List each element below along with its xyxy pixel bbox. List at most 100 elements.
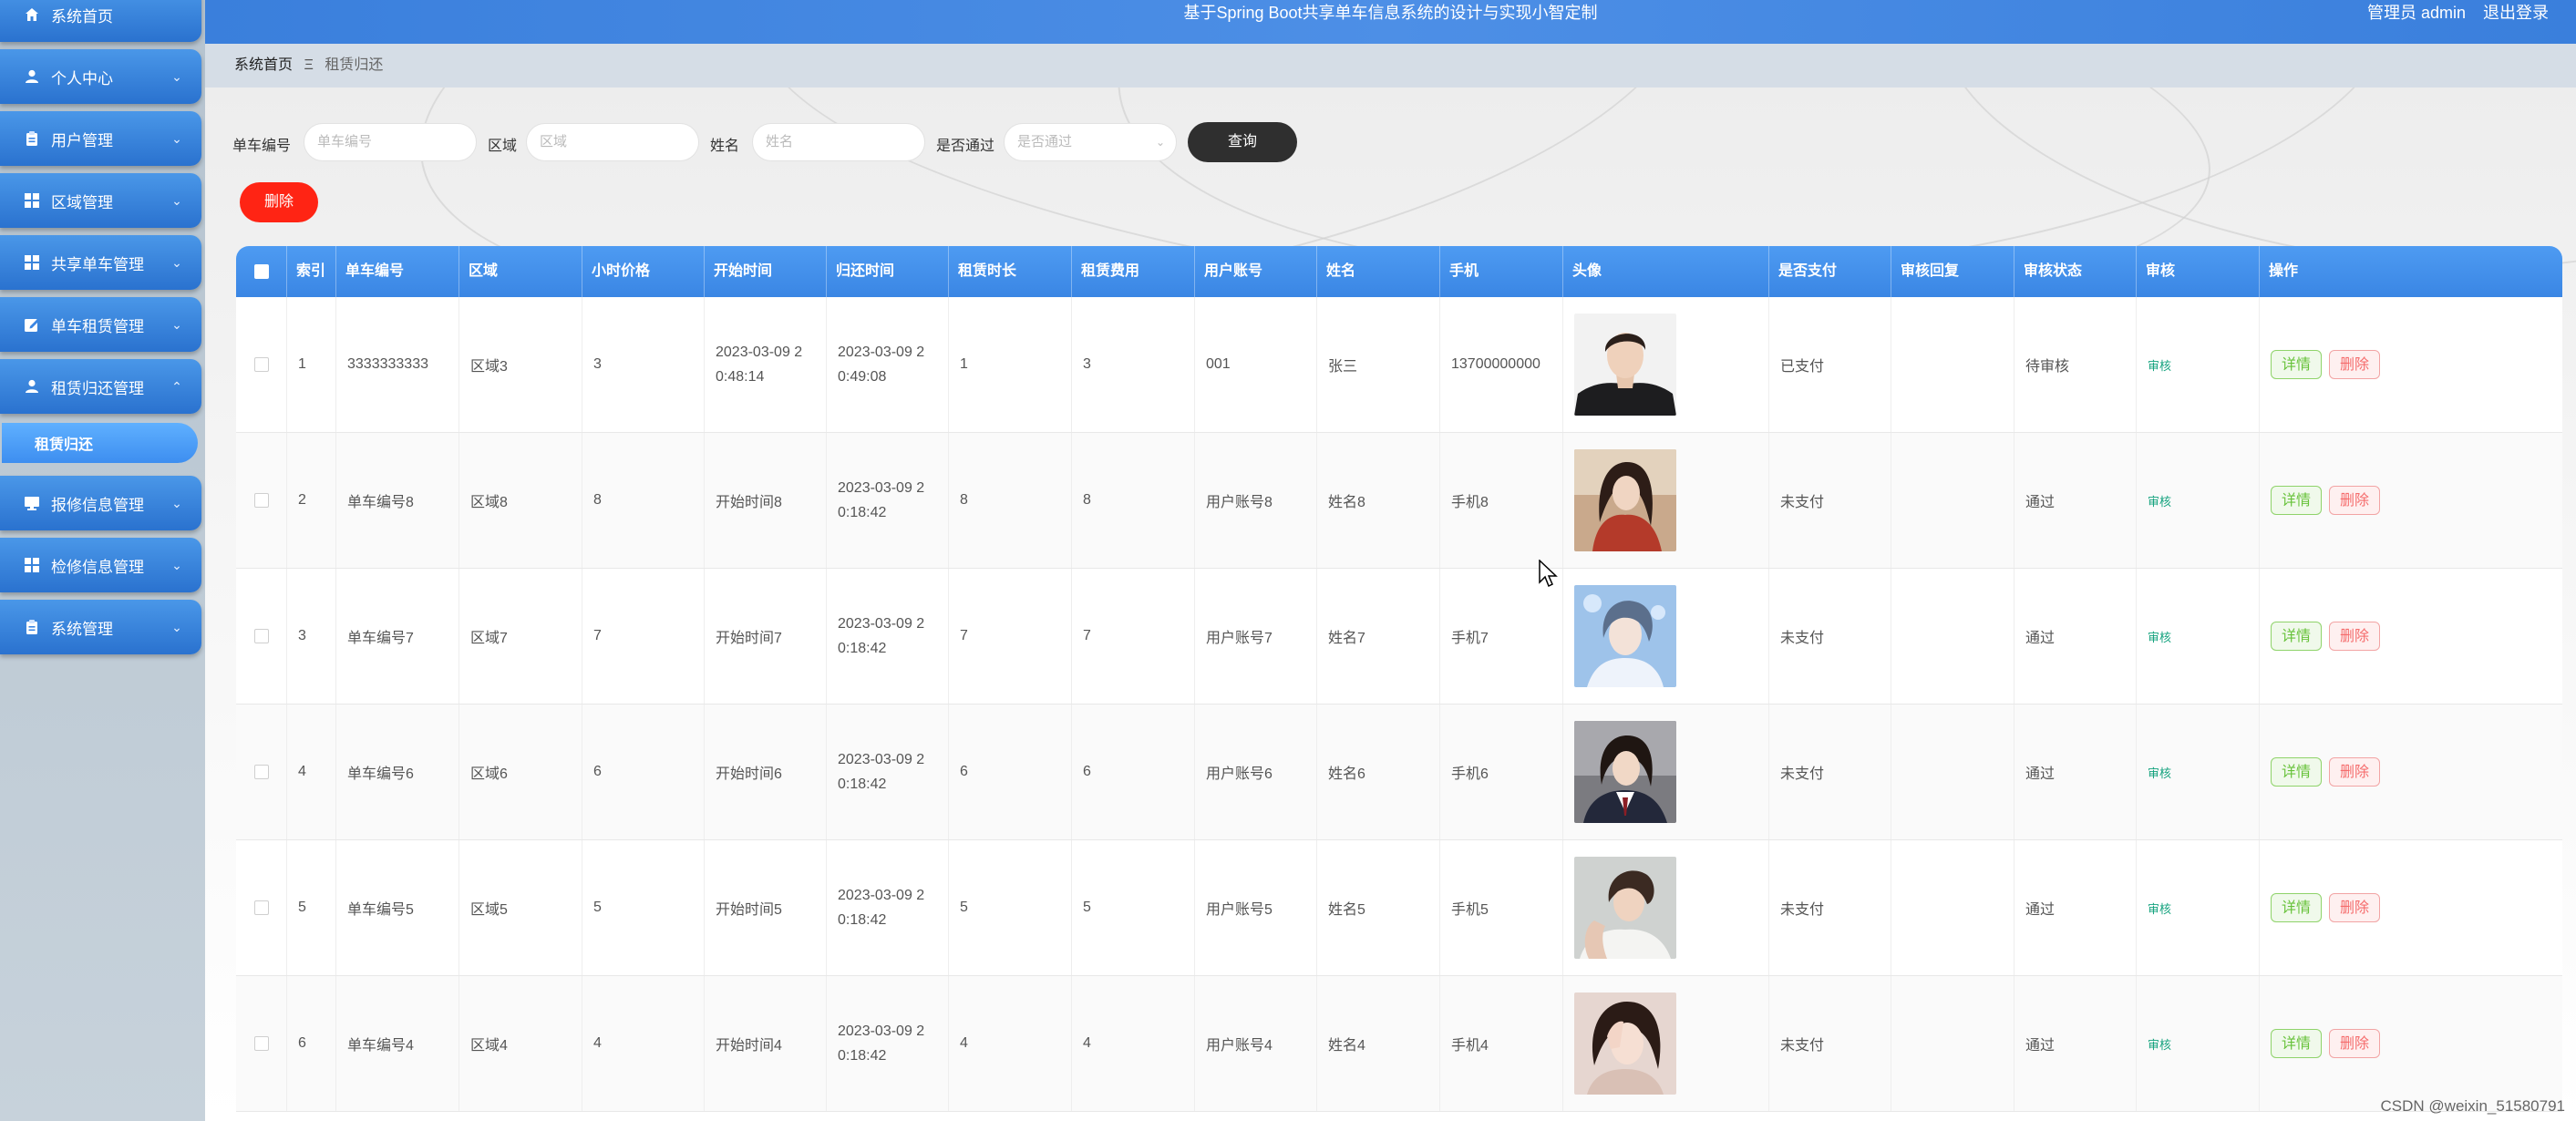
actions-cell: 详情 删除 [2260,976,2562,1111]
detail-button[interactable]: 详情 [2271,893,2322,922]
monitor-icon [24,495,40,511]
row-checkbox[interactable] [253,629,269,643]
column-header: 单车编号 [336,246,459,297]
reply-cell [1891,704,2014,839]
delete-button[interactable]: 删除 [2329,1029,2380,1058]
table-row: 4 单车编号6 区域6 6 开始时间6 2023-03-09 2 0:18:42… [236,704,2562,840]
sidebar-item-rental-management[interactable]: 单车租赁管理 ⌄ [0,297,201,352]
name-input[interactable]: 姓名 [752,123,925,161]
bike-no-input[interactable]: 单车编号 [304,123,477,161]
column-header: 开始时间 [705,246,827,297]
row-checkbox[interactable] [253,1036,269,1051]
delete-button[interactable]: 删除 [2329,893,2380,922]
status-cell: 通过 [2014,976,2137,1111]
main-content: 单车编号 单车编号 区域 区域 姓名 姓名 是否通过 是否通过 ⌄ 查询 删除 … [205,87,2576,1121]
sidebar-item-repair-management[interactable]: 报修信息管理 ⌄ [0,476,201,530]
row-checkbox[interactable] [253,765,269,779]
logout-link[interactable]: 退出登录 [2483,4,2549,22]
area-cell: 区域5 [459,840,582,975]
start-time-cell: 开始时间8 [705,433,827,568]
sidebar-item-inspection-management[interactable]: 检修信息管理 ⌄ [0,538,201,592]
return-time-cell: 2023-03-09 2 0:18:42 [827,976,949,1111]
detail-button[interactable]: 详情 [2271,757,2322,787]
sidebar-item-label: 租赁归还管理 [51,379,144,397]
audit-cell: 审核 [2137,704,2260,839]
avatar-cell [1563,976,1769,1111]
sidebar-item-personal-center[interactable]: 个人中心 ⌄ [0,49,201,104]
price-cell: 5 [582,840,705,975]
breadcrumb-home[interactable]: 系统首页 [234,57,293,73]
name-cell: 姓名4 [1317,976,1440,1111]
price-cell: 3 [582,297,705,432]
column-header: 姓名 [1317,246,1440,297]
delete-button[interactable]: 删除 [2329,622,2380,651]
app-title: 基于Spring Boot共享单车信息系统的设计与实现小智定制 [1183,4,1598,22]
avatar-cell [1563,433,1769,568]
audit-link[interactable]: 审核 [2148,628,2171,645]
area-cell: 区域7 [459,569,582,704]
chevron-down-icon: ⌄ [171,316,182,332]
user-icon [24,68,40,85]
start-time-cell: 开始时间7 [705,569,827,704]
row-checkbox[interactable] [253,493,269,508]
detail-button[interactable]: 详情 [2271,1029,2322,1058]
detail-button[interactable]: 详情 [2271,622,2322,651]
select-all-checkbox[interactable] [253,264,269,279]
sidebar-item-bike-management[interactable]: 共享单车管理 ⌄ [0,235,201,290]
row-checkbox[interactable] [253,357,269,372]
fee-cell: 6 [1072,704,1195,839]
table-row: 1 3333333333 区域3 3 2023-03-09 2 0:48:14 … [236,297,2562,433]
sidebar-item-user-management[interactable]: 用户管理 ⌄ [0,111,201,166]
sidebar-item-return-management[interactable]: 租赁归还管理 ⌃ [0,359,201,414]
phone-cell: 手机8 [1440,433,1563,568]
delete-button[interactable]: 删除 [2329,757,2380,787]
table-header: 索引 单车编号 区域 小时价格 开始时间 归还时间 租赁时长 租赁费用 用户账号… [236,246,2562,297]
sidebar-item-area-management[interactable]: 区域管理 ⌄ [0,173,201,228]
sidebar-item-label: 系统首页 [51,7,113,26]
table-row: 3 单车编号7 区域7 7 开始时间7 2023-03-09 2 0:18:42… [236,569,2562,704]
price-cell: 7 [582,569,705,704]
query-button[interactable]: 查询 [1188,122,1297,162]
audit-cell: 审核 [2137,433,2260,568]
grid-icon [24,192,40,209]
audit-cell: 审核 [2137,976,2260,1111]
row-select-cell [236,840,287,975]
sidebar-item-label: 个人中心 [51,69,113,87]
row-select-cell [236,433,287,568]
delete-button[interactable]: 删除 [2329,350,2380,379]
audit-link[interactable]: 审核 [2148,764,2171,781]
audit-link[interactable]: 审核 [2148,356,2171,374]
audit-link[interactable]: 审核 [2148,1035,2171,1053]
delete-button[interactable]: 删除 [2329,486,2380,515]
detail-button[interactable]: 详情 [2271,486,2322,515]
phone-cell: 手机5 [1440,840,1563,975]
fee-cell: 4 [1072,976,1195,1111]
avatar-cell [1563,297,1769,432]
area-input[interactable]: 区域 [526,123,699,161]
paid-cell: 未支付 [1769,976,1891,1111]
sidebar-item-label: 共享单车管理 [51,255,144,273]
batch-delete-button[interactable]: 删除 [240,182,318,222]
chevron-down-icon: ⌄ [171,254,182,270]
status-cell: 通过 [2014,840,2137,975]
paid-cell: 已支付 [1769,297,1891,432]
actions-cell: 详情 删除 [2260,433,2562,568]
sidebar-item-label: 单车租赁管理 [51,317,144,335]
column-header: 审核 [2137,246,2260,297]
audit-link[interactable]: 审核 [2148,900,2171,917]
phone-cell: 手机6 [1440,704,1563,839]
sidebar-subitem-return[interactable]: 租赁归还 [2,423,198,463]
bike-no-cell: 单车编号4 [336,976,459,1111]
passed-select[interactable]: 是否通过 ⌄ [1004,123,1177,161]
sidebar-item-system-management[interactable]: 系统管理 ⌄ [0,600,201,654]
start-time-cell: 开始时间5 [705,840,827,975]
bike-no-cell: 3333333333 [336,297,459,432]
duration-cell: 7 [949,569,1072,704]
area-cell: 区域8 [459,433,582,568]
status-cell: 通过 [2014,704,2137,839]
row-checkbox[interactable] [253,900,269,915]
audit-link[interactable]: 审核 [2148,492,2171,509]
sidebar-item-home[interactable]: 系统首页 [0,0,201,42]
detail-button[interactable]: 详情 [2271,350,2322,379]
paid-cell: 未支付 [1769,569,1891,704]
